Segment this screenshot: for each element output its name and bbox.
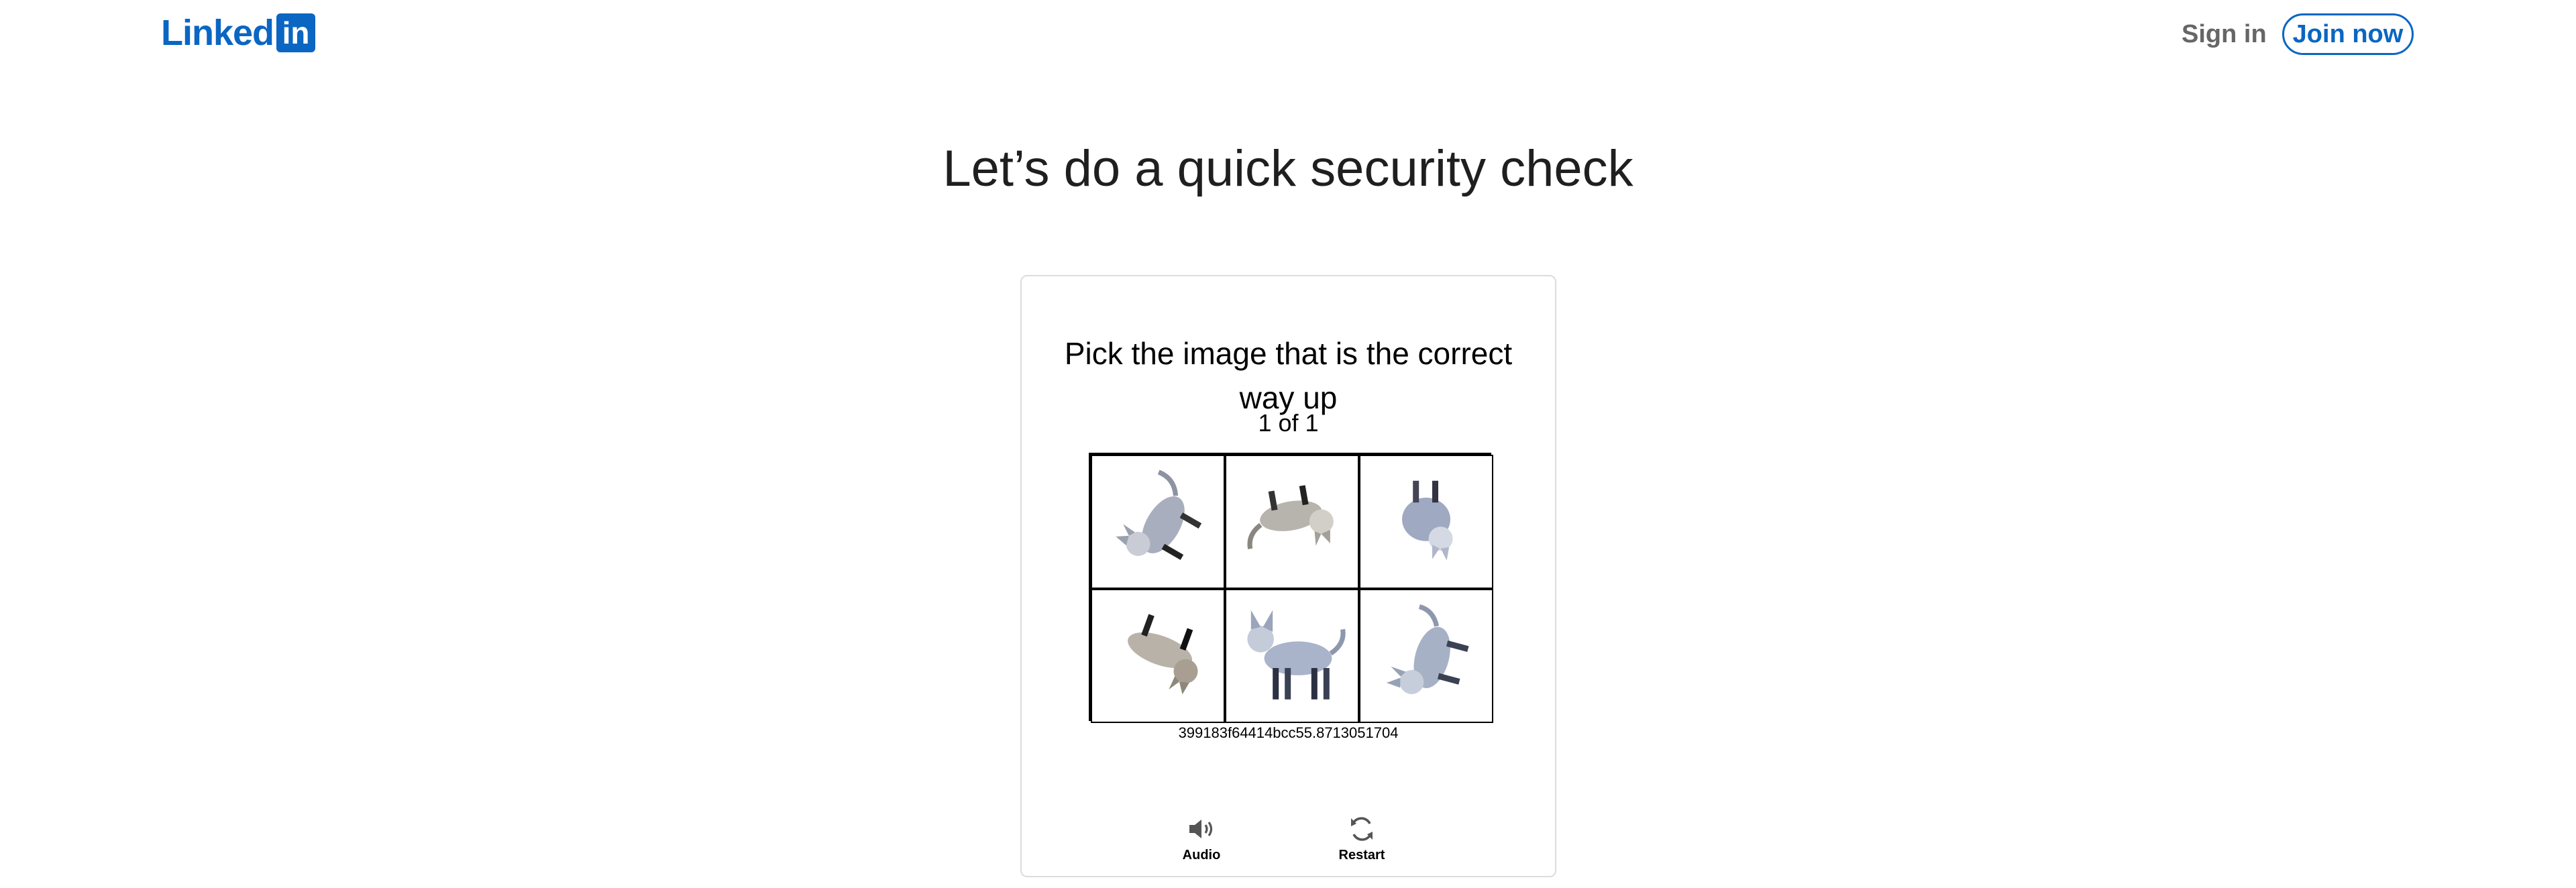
cat-rotated-icon (1386, 604, 1469, 694)
sign-in-link[interactable]: Sign in (2182, 17, 2267, 51)
captcha-tile-4[interactable] (1091, 589, 1225, 723)
linkedin-logo[interactable]: Linked in (161, 13, 316, 53)
audio-label: Audio (1182, 848, 1221, 863)
cat-upright-icon (1247, 610, 1346, 700)
captcha-tile-1[interactable] (1091, 455, 1225, 589)
logo-in-box: in (276, 13, 316, 52)
speaker-icon (1189, 820, 1213, 838)
audio-button[interactable]: Audio (1155, 813, 1248, 863)
captcha-tile-5[interactable] (1225, 589, 1359, 723)
captcha-prompt: Pick the image that is the correct way u… (1064, 336, 1513, 415)
captcha-counter: 1 of 1 (1258, 409, 1319, 437)
captcha-tile-2[interactable] (1225, 455, 1359, 589)
join-now-button[interactable]: Join now (2282, 13, 2414, 55)
restart-button[interactable]: Restart (1315, 813, 1409, 863)
captcha-tile-3[interactable] (1359, 455, 1493, 589)
captcha-card: Pick the image that is the correct way u… (1020, 275, 1556, 877)
captcha-tile-6[interactable] (1359, 589, 1493, 723)
session-id: 399183f64414bcc55.8713051704 (1178, 724, 1399, 741)
restart-label: Restart (1338, 848, 1385, 863)
page-title: Let’s do a quick security check (943, 140, 1633, 197)
cat-rotated-icon (1402, 480, 1453, 561)
cat-rotated-icon (1128, 614, 1198, 695)
logo-text: Linked (161, 13, 274, 53)
cat-rotated-icon (1247, 485, 1334, 549)
captcha-image-grid (1089, 453, 1493, 723)
refresh-icon (1351, 817, 1373, 841)
cat-rotated-icon (1116, 469, 1202, 560)
